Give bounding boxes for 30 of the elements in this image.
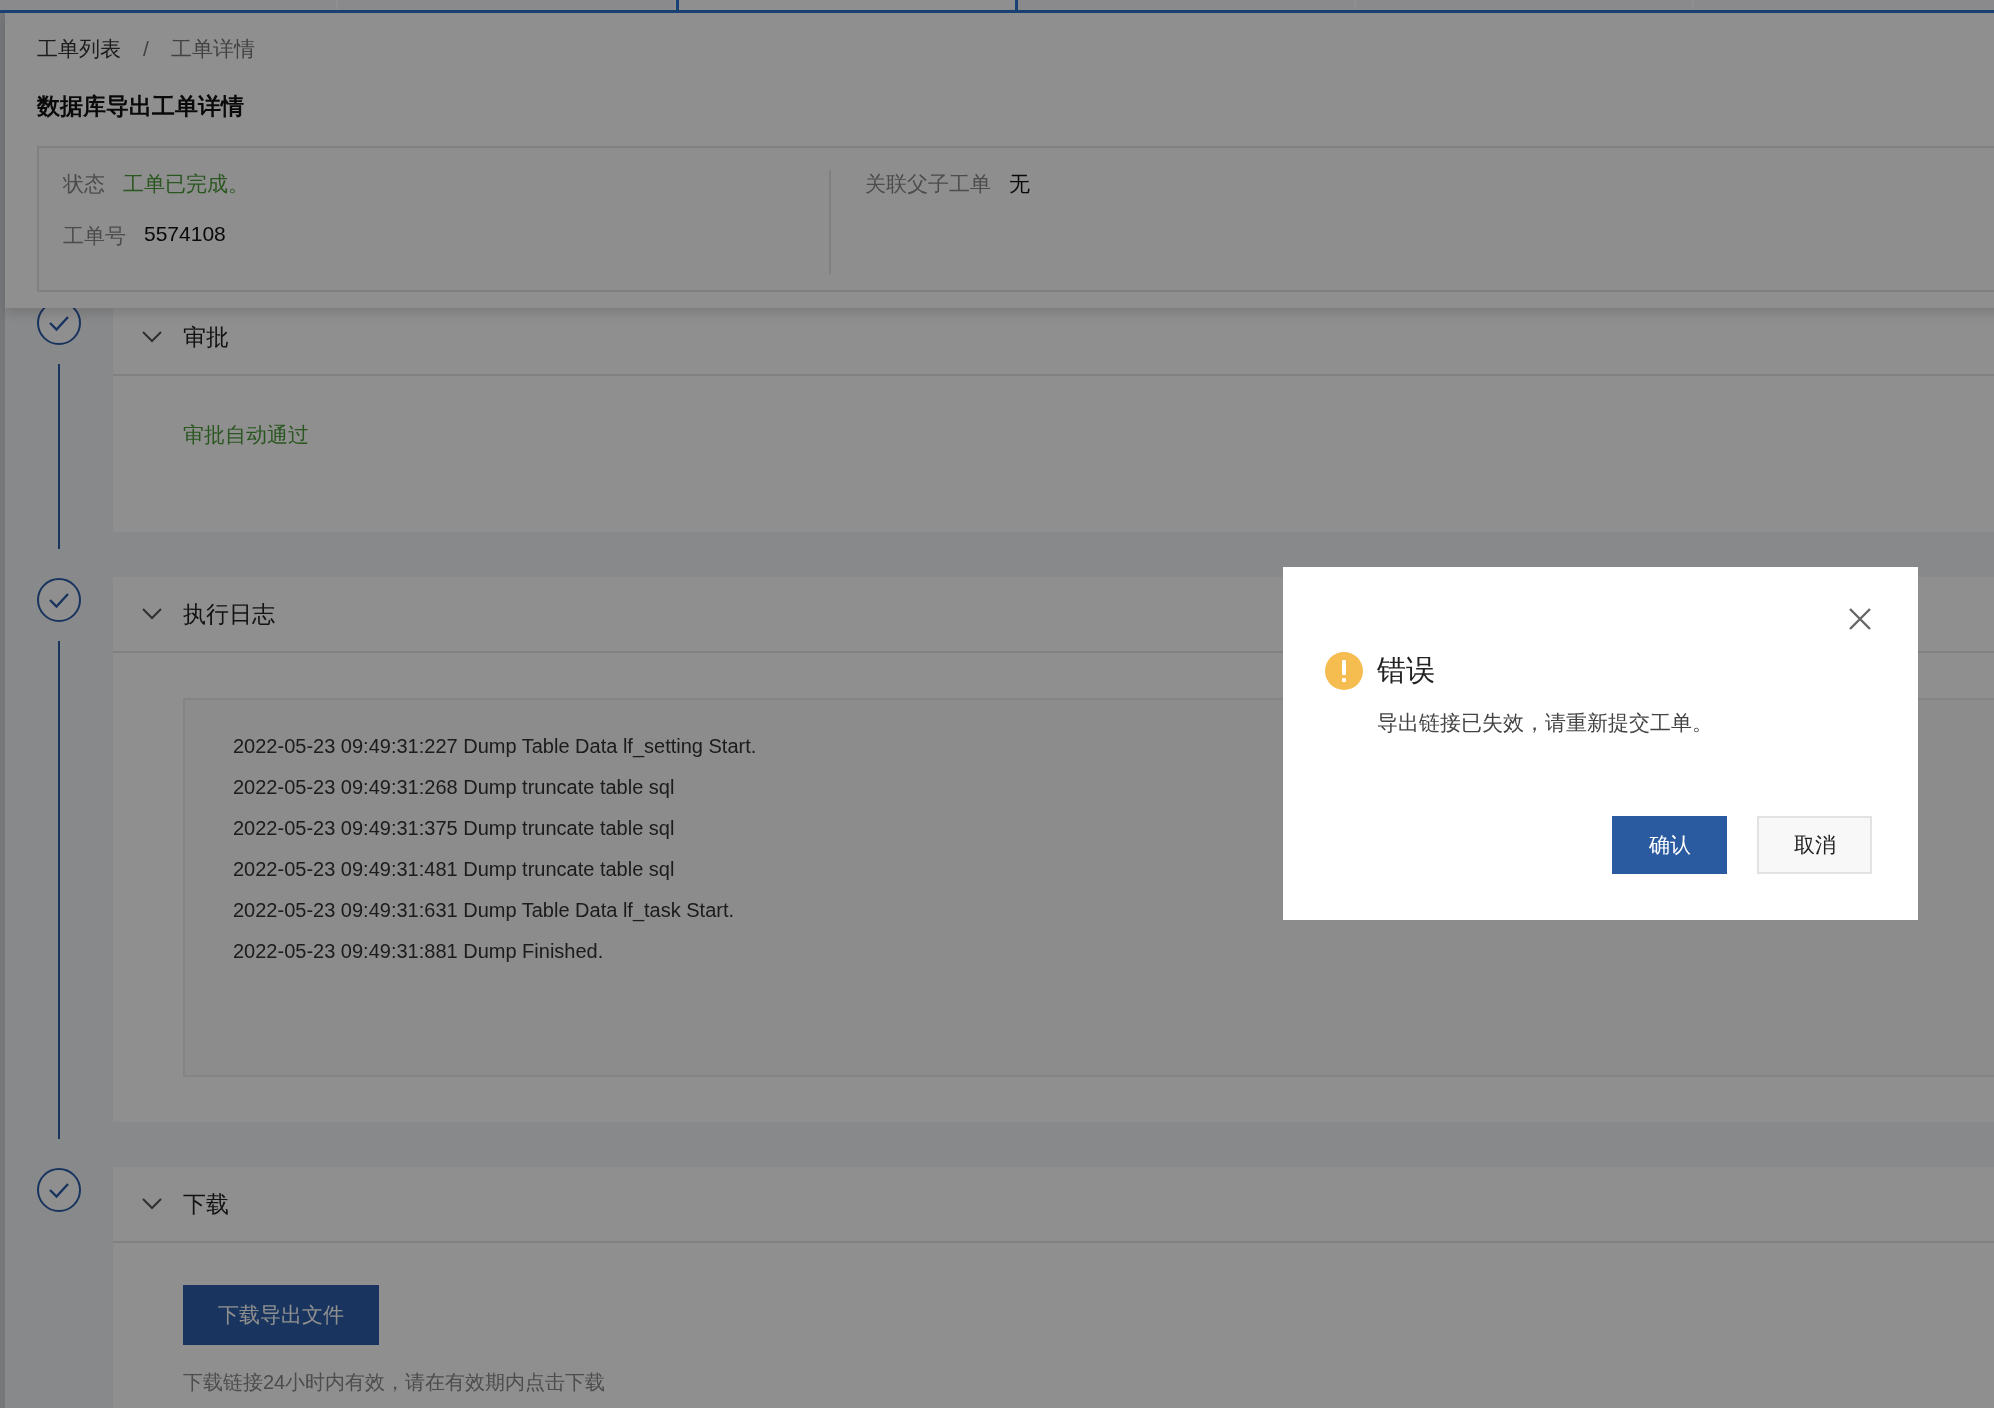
field-value: 工单已完成。 [123, 171, 249, 197]
step-title[interactable]: 审批 [183, 321, 229, 353]
log-line: 2022-05-23 09:49:31:268 Dump truncate table sql [233, 775, 675, 800]
warning-icon [1325, 652, 1363, 690]
log-line: 2022-05-23 09:49:31:631 Dump Table Data lf_task Start. [233, 898, 735, 924]
dialog-title: 错误 [1377, 653, 1435, 688]
page-title: 数据库导出工单详情 [37, 92, 245, 121]
check-circle-icon [36, 577, 82, 623]
log-line: 2022-05-23 09:49:31:375 Dump truncate table sql [233, 816, 675, 841]
log-line: 2022-05-23 09:49:31:227 Dump Table Data lf_setting Start. [233, 734, 757, 760]
hint-text: 下载链接24小时内有效，请在有效期内点击下载 [183, 1370, 607, 1395]
log-line: 2022-05-23 09:49:31:881 Dump Finished. [233, 939, 604, 964]
approval-status: 审批自动通过 [183, 422, 310, 448]
download-button[interactable]: 下载导出文件 [183, 1285, 379, 1345]
check-circle-icon [36, 1167, 82, 1213]
confirm-button[interactable]: 确认 [1612, 816, 1727, 874]
breadcrumb-separator: / [143, 37, 149, 61]
field-label: 关联父子工单 [865, 171, 991, 197]
step-title[interactable]: 下载 [183, 1188, 229, 1220]
field-label: 状态 [63, 171, 105, 197]
log-line: 2022-05-23 09:49:31:481 Dump truncate table sql [233, 857, 675, 882]
dialog-message: 导出链接已失效，请重新提交工单。 [1377, 710, 1714, 736]
breadcrumb-link[interactable]: 工单详情 [170, 35, 255, 63]
breadcrumb-link[interactable]: 工单列表 [37, 35, 121, 63]
field-value: 无 [1009, 171, 1030, 197]
cancel-button[interactable]: 取消 [1757, 816, 1872, 874]
step-title[interactable]: 执行日志 [183, 598, 275, 630]
field-value: 5574108 [144, 222, 226, 246]
close-icon[interactable] [1848, 607, 1872, 631]
field-label: 工单号 [63, 223, 126, 249]
